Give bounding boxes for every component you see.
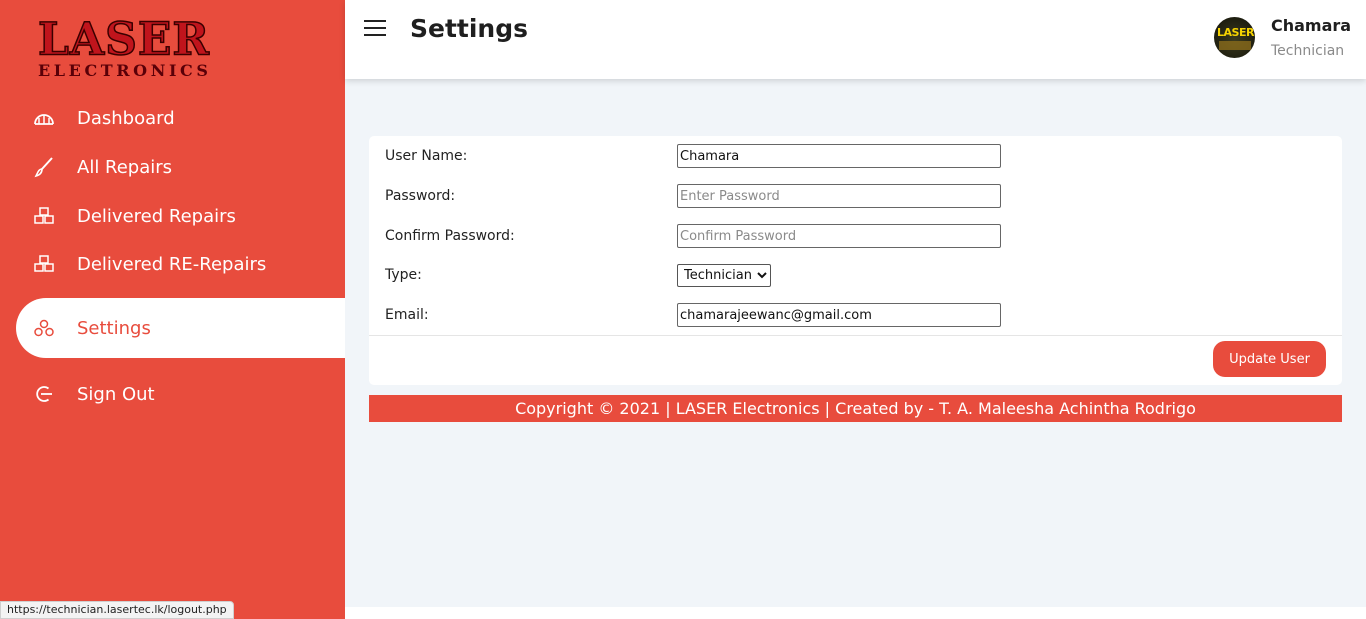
sidebar-item-label: Delivered Repairs <box>77 205 236 227</box>
sidebar-item-label: Settings <box>77 317 151 339</box>
confirm-password-input[interactable] <box>677 224 1001 248</box>
sidebar-item-delivered-re-repairs[interactable]: Delivered RE-Repairs <box>16 241 345 287</box>
email-label: Email: <box>385 307 429 323</box>
avatar-image <box>1219 41 1251 50</box>
user-name: Chamara <box>1271 16 1352 35</box>
sign-out-icon <box>33 383 55 405</box>
user-role: Technician <box>1271 43 1345 59</box>
sidebar-item-label: Sign Out <box>77 383 155 405</box>
sidebar-item-all-repairs[interactable]: All Repairs <box>16 144 345 190</box>
form-row-email: Email: <box>385 303 1025 327</box>
logo-title: LASER <box>37 13 210 66</box>
sidebar-item-delivered-repairs[interactable]: Delivered Repairs <box>16 193 345 239</box>
sidebar-item-sign-out[interactable]: Sign Out <box>16 371 345 417</box>
form-divider <box>369 335 1342 336</box>
form-row-confirm-password: Confirm Password: <box>385 224 1025 248</box>
email-input[interactable] <box>677 303 1001 327</box>
settings-form-card: User Name: Password: Confirm Password: T… <box>369 136 1342 385</box>
brush-icon <box>33 156 55 178</box>
username-label: User Name: <box>385 148 468 164</box>
dashboard-icon <box>33 107 55 129</box>
form-row-username: User Name: <box>385 144 1025 168</box>
sidebar-item-label: All Repairs <box>77 156 173 178</box>
footer-copyright: Copyright © 2021 | LASER Electronics | C… <box>369 395 1342 422</box>
sidebar: LASER ELECTRONICS Dashboard All Repairs … <box>0 0 345 619</box>
boxes-icon <box>33 253 55 275</box>
username-input[interactable] <box>677 144 1001 168</box>
sidebar-item-label: Dashboard <box>77 107 175 129</box>
password-input[interactable] <box>677 184 1001 208</box>
laser-logo[interactable]: LASER ELECTRONICS <box>37 13 228 80</box>
type-select[interactable]: Technician <box>677 263 771 287</box>
sidebar-item-settings[interactable]: Settings <box>16 298 345 358</box>
boxes-icon <box>33 205 55 227</box>
avatar[interactable]: LASER <box>1214 17 1255 58</box>
update-user-button[interactable]: Update User <box>1213 341 1326 377</box>
confirm-password-label: Confirm Password: <box>385 228 515 244</box>
sidebar-item-label: Delivered RE-Repairs <box>77 253 267 275</box>
menu-toggle-icon[interactable] <box>364 20 386 38</box>
bottom-strip <box>345 607 1366 619</box>
settings-icon <box>33 317 55 339</box>
browser-status-url: https://technician.lasertec.lk/logout.ph… <box>0 601 234 619</box>
form-row-type: Type: Technician <box>385 263 1025 287</box>
type-label: Type: <box>385 267 422 283</box>
sidebar-item-dashboard[interactable]: Dashboard <box>16 95 345 141</box>
avatar-text: LASER <box>1217 26 1254 39</box>
password-label: Password: <box>385 188 456 204</box>
page-title: Settings <box>410 14 529 43</box>
top-header: Settings LASER Chamara Technician <box>345 0 1366 79</box>
form-row-password: Password: <box>385 184 1025 208</box>
